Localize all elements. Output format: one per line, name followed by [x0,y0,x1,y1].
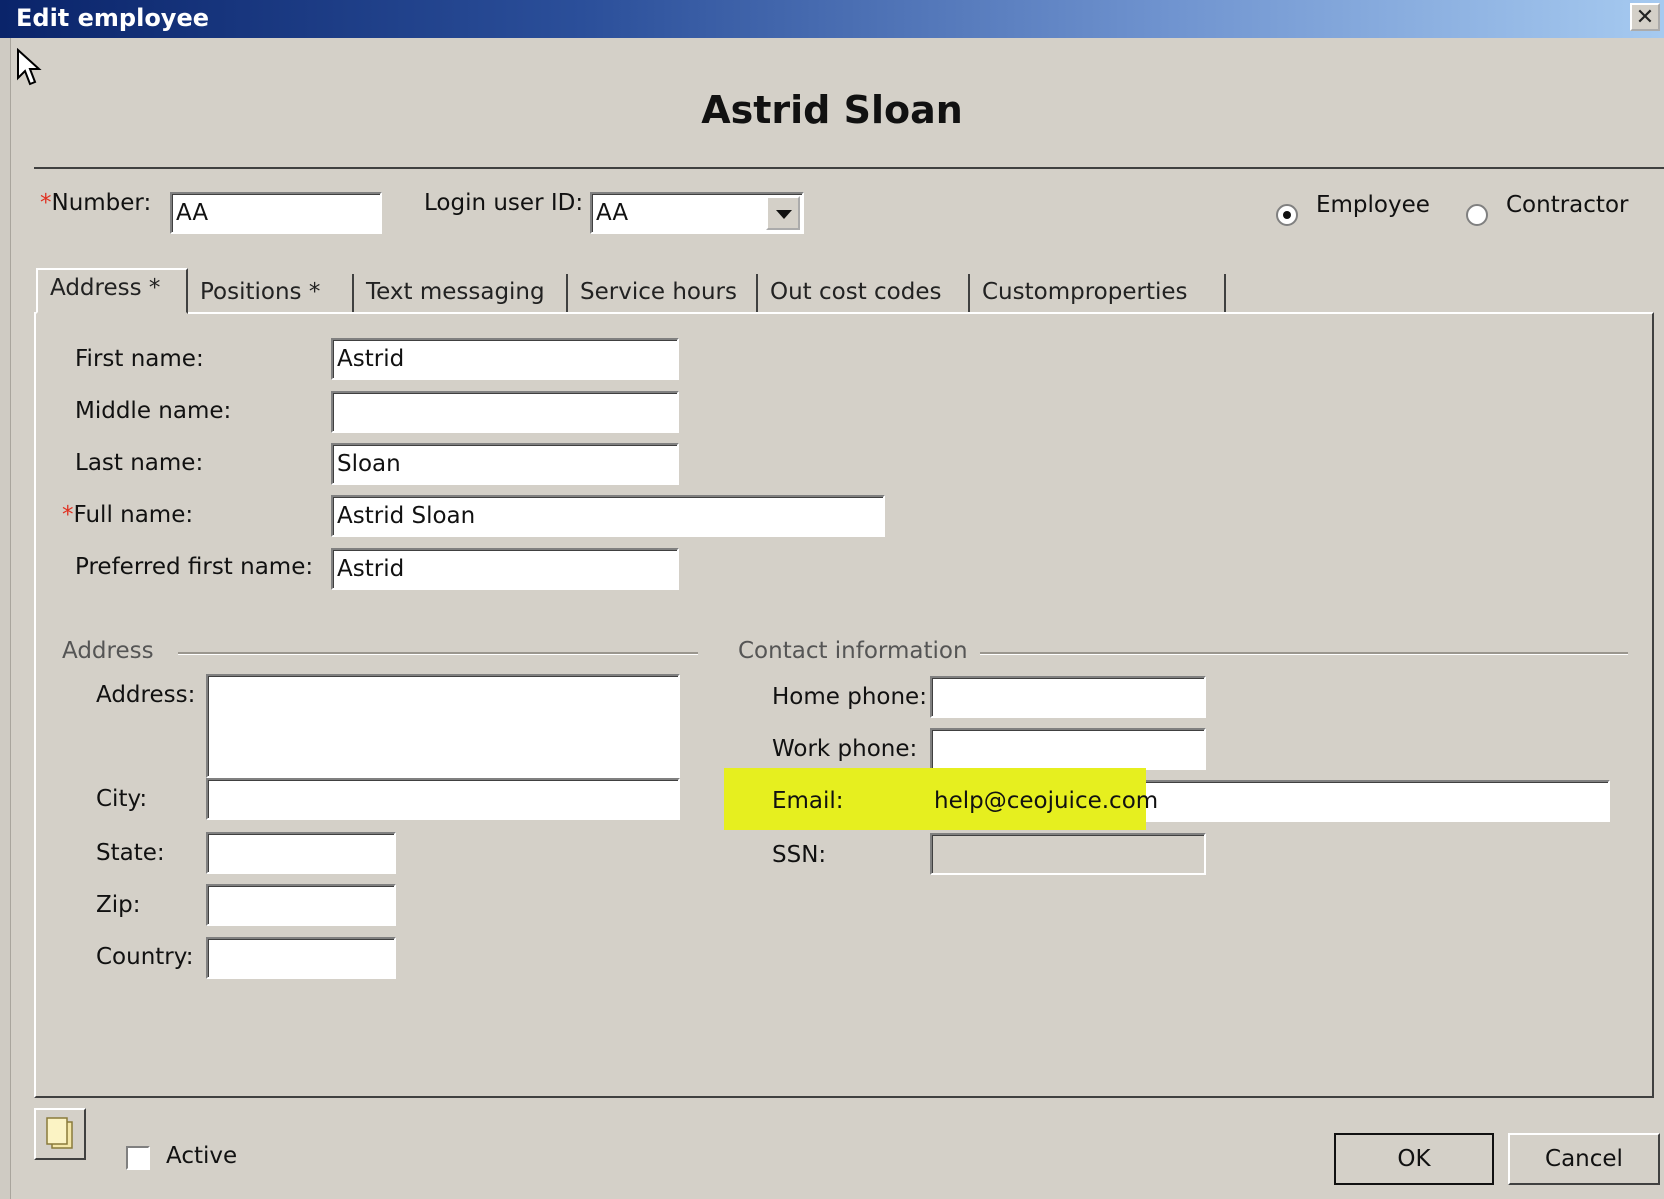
tab-text-messaging[interactable]: Text messaging [354,274,568,312]
notes-icon [46,1117,73,1149]
ok-button[interactable]: OK [1334,1133,1494,1185]
state-label: State: [96,840,165,866]
email-label: Email: [772,788,844,814]
first-name-input[interactable]: Astrid [331,338,679,380]
login-user-id-select[interactable]: AA [590,192,804,234]
dropdown-arrow-icon[interactable] [766,196,800,230]
country-label: Country: [96,944,194,970]
home-phone-input[interactable] [930,676,1206,718]
zip-label: Zip: [96,892,141,918]
preferred-first-name-label: Preferred first name: [75,554,314,580]
ssn-label: SSN: [772,842,827,868]
contact-group-title: Contact information [738,638,968,664]
window-title: Edit employee [16,4,210,32]
contractor-radio-label: Contractor [1506,192,1629,218]
city-input[interactable] [206,778,680,820]
middle-name-input[interactable] [331,391,679,433]
cancel-button[interactable]: Cancel [1508,1133,1660,1185]
contractor-radio[interactable] [1466,204,1488,226]
address-textarea[interactable] [206,674,680,778]
notes-button[interactable] [34,1108,86,1160]
address-group-line [178,652,698,655]
active-checkbox[interactable] [126,1146,150,1170]
tab-service-hours[interactable]: Service hours [568,274,758,312]
number-label: *Number: [40,190,152,216]
address-label: Address: [96,682,196,708]
state-input[interactable] [206,832,396,874]
zip-input[interactable] [206,884,396,926]
ssn-input [930,833,1206,875]
city-label: City: [96,786,148,812]
close-icon[interactable]: ✕ [1630,3,1660,31]
number-input[interactable]: AA [170,192,382,234]
home-phone-label: Home phone: [772,684,927,710]
first-name-label: First name: [75,346,204,372]
login-user-id-label: Login user ID: [424,190,584,216]
title-bar: Edit employee ✕ [0,0,1664,38]
last-name-label: Last name: [75,450,204,476]
contact-group-line [980,652,1628,655]
cursor-icon [17,48,42,86]
tab-positions[interactable]: Positions * [188,274,354,312]
address-group-title: Address [62,638,154,664]
window-left-edge [0,38,11,1199]
employee-radio-label: Employee [1316,192,1430,218]
middle-name-label: Middle name: [75,398,232,424]
tab-out-cost-codes[interactable]: Out cost codes [758,274,970,312]
employee-name-heading: Astrid Sloan [701,88,963,132]
tab-address[interactable]: Address * [36,268,188,314]
heading-divider [34,167,1664,169]
full-name-label: *Full name: [62,502,194,528]
preferred-first-name-input[interactable]: Astrid [331,548,679,590]
full-name-input[interactable]: Astrid Sloan [331,495,885,537]
tab-customproperties[interactable]: Customproperties [970,274,1226,312]
work-phone-input[interactable] [930,728,1206,770]
active-label: Active [166,1143,238,1169]
work-phone-label: Work phone: [772,736,918,762]
login-user-id-value: AA [596,200,629,226]
last-name-input[interactable]: Sloan [331,443,679,485]
email-value: help@ceojuice.com [934,788,1159,814]
country-input[interactable] [206,937,396,979]
employee-radio[interactable] [1276,204,1298,226]
